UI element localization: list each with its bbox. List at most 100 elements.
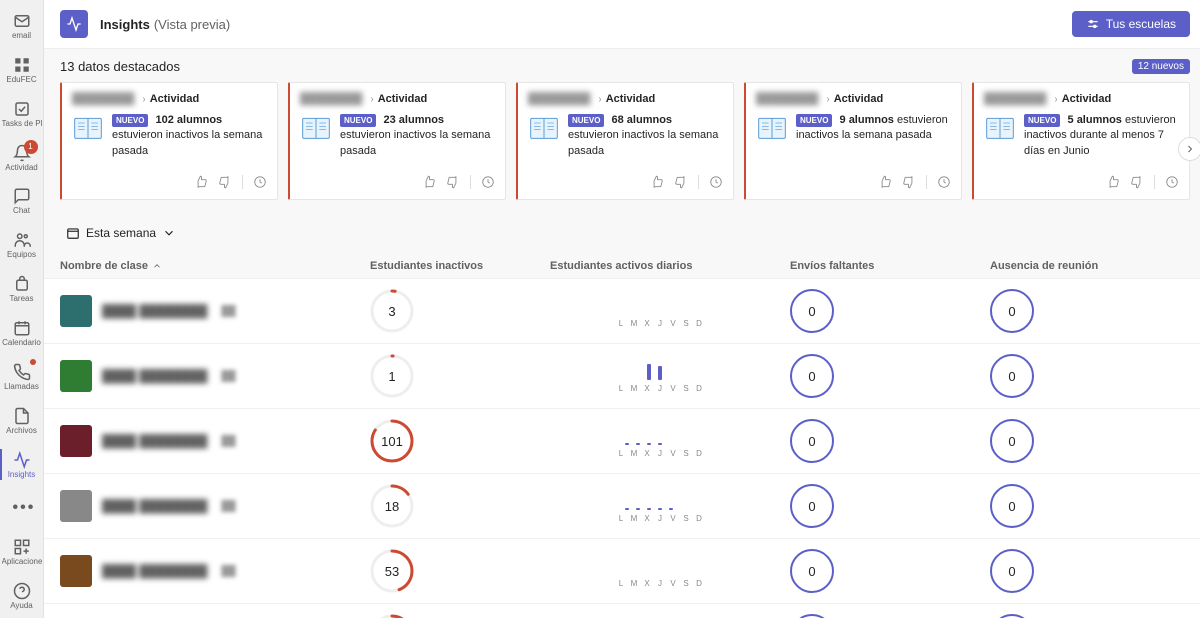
clock-icon[interactable] [709,175,723,189]
thumbs-up-icon[interactable] [650,175,664,189]
spark-bars [625,490,695,510]
rail-activity[interactable]: 1 Actividad [0,136,44,180]
col-active[interactable]: Estudiantes activos diarios [550,260,770,272]
spotlight-card[interactable]: ████████ › Actividad NUEVO 5 alumnos est… [972,82,1190,200]
spotlight-card[interactable]: ████████ › Actividad NUEVO 23 alumnos es… [288,82,506,200]
spark-labels: LMXJVSD [618,579,703,588]
spotlight-card[interactable]: ████████ › Actividad NUEVO 102 alumnos e… [60,82,278,200]
rail-calendar[interactable]: Calendario [0,311,44,355]
inactive-value: 53 [385,564,399,579]
rail-tasks[interactable]: Tasks de Pl... [0,92,44,136]
inactive-ring: 18 [370,484,414,528]
missing-value: 0 [808,434,815,449]
inactive-ring: 31 [370,614,414,618]
thumbs-down-icon[interactable] [902,175,916,189]
col-label: Envíos faltantes [790,260,874,272]
activity-sparkline: LMXJVSD [550,555,770,588]
rail-chat[interactable]: Chat [0,179,44,223]
table-row[interactable]: ████ ████████ ██ 1 LMXJVSD 0 0 [44,344,1200,409]
rail-help[interactable]: Ayuda [0,574,44,618]
table-row[interactable]: ████ ████████ ██ 101 LMXJVSD 0 0 [44,409,1200,474]
table-row[interactable]: ████ ████████ ██ 18 LMXJVSD 0 0 [44,474,1200,539]
missing-ring: 0 [790,354,834,398]
card-count: 23 alumnos [384,114,445,126]
table-row[interactable]: ████ ████████ 31 ⚲ 31 LMXJVSD 0 0 [44,604,1200,618]
missing-ring: 0 [790,614,834,618]
inactive-cell: 18 [350,484,550,528]
rail-edufec[interactable]: EduFEC [0,48,44,92]
rail-files[interactable]: Archivos [0,399,44,443]
thumbs-down-icon[interactable] [674,175,688,189]
thumbs-up-icon[interactable] [194,175,208,189]
thumbs-up-icon[interactable] [878,175,892,189]
new-tag: NUEVO [796,114,832,127]
absence-ring: 0 [990,614,1034,618]
inactive-cell: 3 [350,289,550,333]
spotlights-title: 13 datos destacados [60,59,180,74]
spotlight-card[interactable]: ████████ › Actividad NUEVO 9 alumnos est… [744,82,962,200]
email-icon [13,12,31,30]
spark-bars [625,425,695,445]
clock-icon[interactable] [481,175,495,189]
card-header: ████████ › Actividad [756,93,951,105]
card-description: estuvieron inactivos la semana pasada [340,129,490,156]
col-inactive[interactable]: Estudiantes inactivos [350,260,550,272]
thumbs-up-icon[interactable] [1106,175,1120,189]
class-avatar [60,490,92,522]
card-text: NUEVO 102 alumnos estuvieron inactivos l… [112,113,267,175]
absence-cell: 0 [970,549,1170,593]
your-schools-button[interactable]: Tus escuelas [1072,11,1190,37]
rail-insights[interactable]: Insights [0,443,44,487]
rail-calls[interactable]: Llamadas [0,355,44,399]
spark-bars [625,295,695,315]
rail-label: EduFEC [6,76,36,84]
table-row[interactable]: ████ ████████ ██ 3 LMXJVSD 0 0 [44,279,1200,344]
card-category: Actividad [378,93,428,105]
thumbs-up-icon[interactable] [422,175,436,189]
spotlight-card[interactable]: ████████ › Actividad NUEVO 68 alumnos es… [516,82,734,200]
thumbs-down-icon[interactable] [218,175,232,189]
card-category: Actividad [834,93,884,105]
activity-sparkline: LMXJVSD [550,490,770,523]
col-absence[interactable]: Ausencia de reunión [970,260,1170,272]
inactive-cell: 53 [350,549,550,593]
absence-ring: 0 [990,549,1034,593]
content-area: 13 datos destacados 12 nuevos ████████ ›… [44,49,1200,618]
card-text: NUEVO 5 alumnos estuvieron inactivos dur… [1024,113,1179,175]
class-avatar [60,555,92,587]
scroll-right-button[interactable] [1178,137,1200,161]
class-name: ████ ████████ [102,499,207,513]
clock-icon[interactable] [253,175,267,189]
card-footer [756,175,951,189]
page-header: Insights (Vista previa) Tus escuelas [44,0,1200,49]
sort-up-icon [152,261,162,271]
chevron-right-icon: › [370,94,373,105]
book-icon [72,113,104,145]
thumbs-down-icon[interactable] [446,175,460,189]
inactive-cell: 31 [350,614,550,618]
class-avatar [60,425,92,457]
col-classname[interactable]: Nombre de clase [60,260,350,272]
rail-assignments[interactable]: Tareas [0,267,44,311]
class-cell: ████ ████████ ██ [60,490,350,522]
inactive-cell: 101 [350,419,550,463]
grid-icon [13,56,31,74]
table-header: Nombre de clase Estudiantes inactivos Es… [44,254,1200,279]
new-count-badge: 12 nuevos [1132,59,1190,74]
rail-teams[interactable]: Equipos [0,223,44,267]
card-category: Actividad [606,93,656,105]
thumbs-down-icon[interactable] [1130,175,1144,189]
active-cell: LMXJVSD [550,555,770,588]
separator [698,175,699,189]
time-filter-button[interactable]: Esta semana [60,222,182,244]
missing-value: 0 [808,304,815,319]
clock-icon[interactable] [937,175,951,189]
rail-email[interactable]: email [0,4,44,48]
card-footer [984,175,1179,189]
rail-apps[interactable]: Aplicaciones [0,530,44,574]
rail-more[interactable]: ••• [0,486,44,530]
inactive-ring: 53 [370,549,414,593]
col-missing[interactable]: Envíos faltantes [770,260,970,272]
table-row[interactable]: ████ ████████ ██ 53 LMXJVSD 0 0 [44,539,1200,604]
clock-icon[interactable] [1165,175,1179,189]
